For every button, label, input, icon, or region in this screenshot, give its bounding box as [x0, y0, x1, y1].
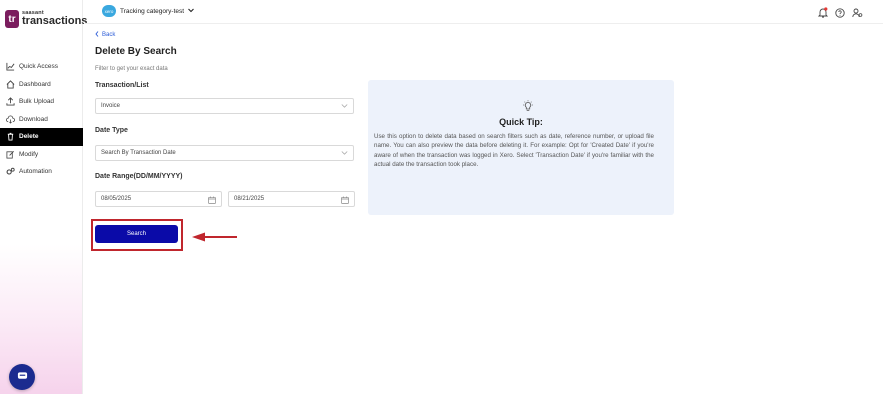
logo-big-text: transactions [22, 15, 88, 28]
top-bar: xero Tracking category-test [84, 0, 883, 24]
sidebar-nav: Quick Access Dashboard Bulk Upload Downl… [0, 58, 83, 181]
end-date-input[interactable]: 08/21/2025 [228, 191, 355, 207]
date-type-value: Search By Transaction Date [101, 150, 176, 156]
chart-line-icon [6, 62, 15, 71]
quick-tip-body: Use this option to delete data based on … [374, 133, 654, 168]
start-date-value: 08/05/2025 [101, 196, 132, 202]
trash-icon [6, 132, 15, 141]
user-settings-icon[interactable] [852, 5, 863, 23]
sidebar-item-label: Dashboard [19, 80, 51, 88]
date-type-label: Date Type [95, 127, 128, 134]
sidebar-item-delete[interactable]: Delete [0, 128, 83, 146]
notification-bell-icon[interactable] [817, 5, 829, 23]
chat-icon [17, 368, 28, 386]
transaction-list-select[interactable]: Invoice [95, 98, 354, 114]
chevron-down-icon [188, 8, 194, 15]
sidebar-item-automation[interactable]: Automation [0, 163, 83, 181]
pointer-arrow-icon [192, 229, 238, 247]
sidebar-item-label: Modify [19, 150, 39, 158]
app-logo[interactable]: tr saasant transactions [5, 10, 87, 28]
xero-logo-icon: xero [102, 5, 116, 17]
start-date-input[interactable]: 08/05/2025 [95, 191, 222, 207]
upload-icon [6, 97, 15, 106]
chevron-down-icon [341, 150, 348, 158]
date-type-select[interactable]: Search By Transaction Date [95, 145, 354, 161]
sidebar-item-modify[interactable]: Modify [0, 146, 83, 164]
logo-mark: tr [5, 10, 19, 28]
cloud-download-icon [6, 115, 15, 124]
sidebar-item-download[interactable]: Download [0, 111, 83, 129]
search-button[interactable]: Search [95, 225, 178, 243]
quick-tip-panel: Quick Tip: Use this option to delete dat… [368, 80, 674, 215]
sidebar-item-label: Quick Access [19, 63, 59, 71]
lightbulb-icon [522, 99, 534, 117]
back-link[interactable]: Back [95, 31, 115, 39]
transaction-list-label: Transaction/List [95, 82, 149, 89]
sidebar-item-label: Download [19, 115, 48, 123]
help-icon[interactable] [835, 5, 845, 23]
end-date-value: 08/21/2025 [234, 196, 265, 202]
sidebar-item-label: Automation [19, 168, 52, 176]
quick-tip-title: Quick Tip: [499, 117, 543, 127]
back-label: Back [102, 32, 116, 38]
sidebar-item-label: Delete [19, 133, 39, 141]
sidebar-item-bulk-upload[interactable]: Bulk Upload [0, 93, 83, 111]
chat-support-button[interactable] [9, 364, 35, 390]
sidebar-item-label: Bulk Upload [19, 98, 55, 106]
organization-name: Tracking category-test [120, 7, 185, 15]
edit-icon [6, 150, 15, 159]
page-subtitle: Filter to get your exact data [95, 66, 168, 72]
organization-selector[interactable]: xero Tracking category-test [102, 5, 194, 17]
page-title: Delete By Search [95, 46, 177, 57]
sidebar-item-dashboard[interactable]: Dashboard [0, 76, 83, 94]
calendar-icon[interactable] [208, 196, 216, 206]
date-range-label: Date Range(DD/MM/YYYY) [95, 173, 183, 180]
calendar-icon[interactable] [341, 196, 349, 206]
home-icon [6, 80, 15, 89]
chevron-down-icon [341, 103, 348, 111]
chevron-left-icon [95, 31, 99, 39]
transaction-list-value: Invoice [101, 103, 121, 109]
sidebar: tr saasant transactions Quick Access Das… [0, 0, 87, 394]
gears-icon [6, 167, 15, 176]
sidebar-item-quick-access[interactable]: Quick Access [0, 58, 83, 76]
